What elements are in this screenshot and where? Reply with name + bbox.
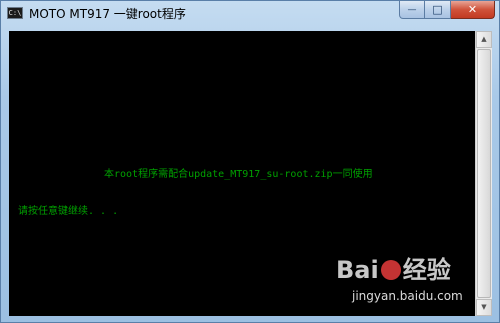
maximize-icon: □	[432, 3, 443, 16]
console-line-press-any-key: 请按任意键继续. . .	[18, 206, 119, 217]
minimize-icon: —	[407, 4, 417, 15]
scroll-up-button[interactable]: ▲	[476, 31, 492, 48]
console-app-icon[interactable]: C:\	[7, 7, 23, 19]
watermark-url: jingyan.baidu.com	[352, 289, 463, 303]
watermark-logo-right: 经验	[402, 256, 451, 284]
close-button[interactable]: ✕	[451, 1, 495, 19]
window-controls: — □ ✕	[399, 1, 495, 21]
scroll-down-button[interactable]: ▼	[476, 299, 492, 316]
baidu-paw-icon	[380, 260, 401, 280]
scrollbar-thumb[interactable]	[477, 49, 491, 298]
vertical-scrollbar[interactable]: ▲ ▼	[475, 31, 492, 316]
window-title: MOTO MT917 一键root程序	[29, 7, 186, 21]
title-bar[interactable]: C:\ MOTO MT917 一键root程序 — □ ✕	[1, 1, 499, 27]
maximize-button[interactable]: □	[425, 1, 451, 19]
minimize-button[interactable]: —	[399, 1, 425, 19]
watermark-logo-left: Bai	[336, 256, 379, 284]
baidu-jingyan-watermark: Bai 经验	[336, 256, 451, 284]
close-icon: ✕	[467, 3, 478, 16]
console-line-usage-note: 本root程序需配合update_MT917_su-root.zip一同使用	[104, 169, 373, 180]
